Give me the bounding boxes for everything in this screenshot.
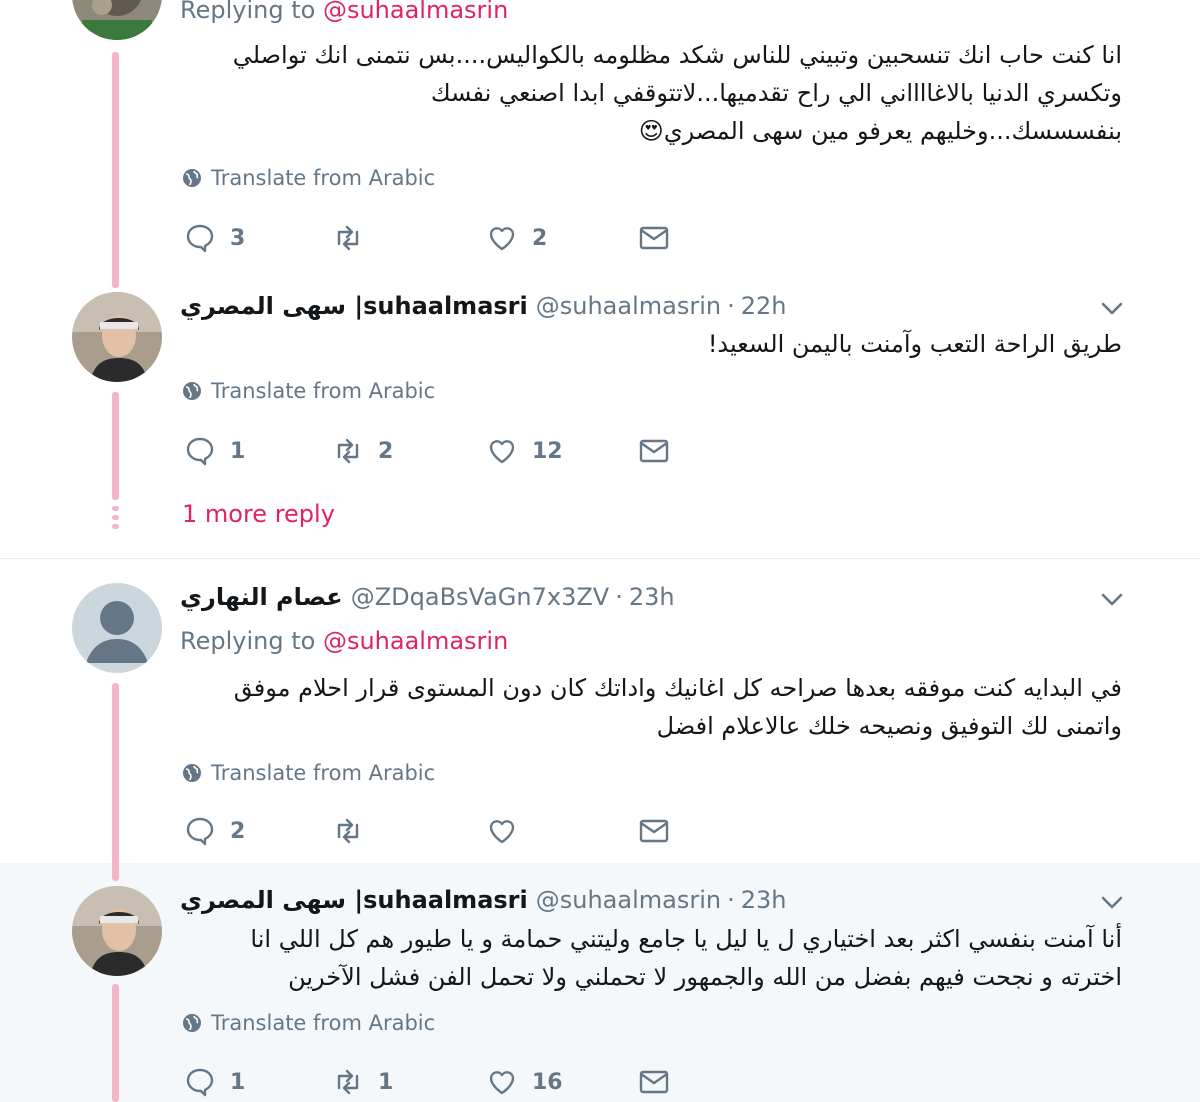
replying-prefix: Replying to <box>180 627 316 655</box>
like-button[interactable]: 2 <box>486 220 547 256</box>
chevron-down-icon[interactable] <box>1098 888 1126 916</box>
retweet-icon <box>337 438 359 464</box>
replying-to: Replying to @suhaalmasrin <box>180 0 508 24</box>
tweet-header: عصام النهاري @ZDqaBsVaGn7x3ZV · 23h <box>180 577 1080 617</box>
retweet-icon <box>337 225 359 251</box>
reply-count: 1 <box>230 1069 246 1095</box>
reply-icon <box>186 817 214 846</box>
translate-label: Translate from Arabic <box>211 761 436 785</box>
timestamp[interactable]: 23h <box>741 886 787 914</box>
retweet-button[interactable] <box>332 813 378 849</box>
reply-count: 3 <box>230 225 246 251</box>
dm-button[interactable] <box>638 1064 670 1100</box>
globe-icon <box>183 1014 201 1032</box>
separator: · <box>727 292 735 320</box>
envelope-icon <box>639 439 669 463</box>
like-button[interactable]: 12 <box>486 433 563 469</box>
reply-count: 1 <box>230 438 246 464</box>
thread-line <box>112 52 119 288</box>
default-avatar[interactable] <box>72 583 162 673</box>
replying-to: Replying to @suhaalmasrin <box>180 627 508 655</box>
tweet-header: سهى المصري |suhaalmasri @suhaalmasrin · … <box>180 880 1080 920</box>
reply-icon <box>186 224 214 253</box>
envelope-icon <box>639 819 669 843</box>
separator: · <box>615 583 623 611</box>
reply-count: 2 <box>230 818 246 844</box>
tweet-text: أنا آمنت بنفسي اكثر بعد اختياري ل يا ليل… <box>250 925 1122 991</box>
retweet-button[interactable]: 2 <box>332 433 393 469</box>
user-handle[interactable]: @ZDqaBsVaGn7x3ZV <box>351 583 610 611</box>
display-name[interactable]: عصام النهاري <box>180 583 343 611</box>
tweet-text: انا كنت حاب انك تنسحبين وتبيني للناس شكد… <box>232 41 1122 145</box>
envelope-icon <box>639 226 669 250</box>
user-handle[interactable]: @suhaalmasrin <box>536 292 721 320</box>
avatar[interactable] <box>72 292 162 382</box>
globe-icon <box>183 382 201 400</box>
mention-link[interactable]: @suhaalmasrin <box>323 627 508 655</box>
thread-line <box>112 984 119 1102</box>
dm-button[interactable] <box>638 433 670 469</box>
retweet-count: 2 <box>378 438 394 464</box>
chevron-down-icon[interactable] <box>1098 585 1126 613</box>
translate-link[interactable]: Translate from Arabic <box>182 166 435 190</box>
envelope-icon <box>639 1070 669 1094</box>
tweet-text: في البدايه كنت موفقه بعدها صراحه كل اغان… <box>233 674 1122 740</box>
reply-button[interactable]: 1 <box>184 433 245 469</box>
conversation-divider <box>0 558 1200 559</box>
thread-dots <box>112 506 119 533</box>
like-count: 16 <box>532 1069 563 1095</box>
thread-line <box>112 683 119 881</box>
translate-label: Translate from Arabic <box>211 166 436 190</box>
reply-button[interactable]: 3 <box>184 220 245 256</box>
heart-icon <box>489 227 515 251</box>
mention-link[interactable]: @suhaalmasrin <box>323 0 508 24</box>
separator: · <box>727 886 735 914</box>
display-name[interactable]: سهى المصري |suhaalmasri <box>180 886 528 914</box>
retweet-button[interactable]: 1 <box>332 1064 393 1100</box>
translate-link[interactable]: Translate from Arabic <box>182 761 435 785</box>
like-button[interactable]: 16 <box>486 1064 563 1100</box>
like-count: 12 <box>532 438 563 464</box>
reply-icon <box>186 1068 214 1097</box>
reply-button[interactable]: 2 <box>184 813 245 849</box>
reply-icon <box>186 437 214 466</box>
like-count: 2 <box>532 225 548 251</box>
display-name[interactable]: سهى المصري |suhaalmasri <box>180 292 528 320</box>
retweet-count: 1 <box>378 1069 394 1095</box>
heart-icon <box>489 1071 515 1095</box>
chevron-down-icon[interactable] <box>1098 294 1126 322</box>
replying-prefix: Replying to <box>180 0 316 24</box>
like-button[interactable] <box>486 813 532 849</box>
translate-link[interactable]: Translate from Arabic <box>182 1011 435 1035</box>
avatar[interactable] <box>72 886 162 976</box>
translate-label: Translate from Arabic <box>211 379 436 403</box>
timestamp[interactable]: 22h <box>741 292 787 320</box>
heart-icon <box>489 820 515 844</box>
retweet-button[interactable] <box>332 220 378 256</box>
timestamp[interactable]: 23h <box>629 583 675 611</box>
thread-line <box>112 392 119 500</box>
tweet-header: سهى المصري |suhaalmasri @suhaalmasrin · … <box>180 286 1080 326</box>
avatar[interactable] <box>72 0 162 40</box>
dm-button[interactable] <box>638 220 670 256</box>
reply-button[interactable]: 1 <box>184 1064 245 1100</box>
globe-icon <box>183 764 201 782</box>
translate-label: Translate from Arabic <box>211 1011 436 1035</box>
more-replies-link[interactable]: 1 more reply <box>182 500 335 528</box>
user-handle[interactable]: @suhaalmasrin <box>536 886 721 914</box>
translate-link[interactable]: Translate from Arabic <box>182 379 435 403</box>
retweet-icon <box>337 818 359 844</box>
heart-icon <box>489 440 515 464</box>
retweet-icon <box>337 1069 359 1095</box>
tweet-text: طريق الراحة التعب وآمنت باليمن السعيد! <box>707 330 1122 358</box>
globe-icon <box>183 169 201 187</box>
dm-button[interactable] <box>638 813 670 849</box>
